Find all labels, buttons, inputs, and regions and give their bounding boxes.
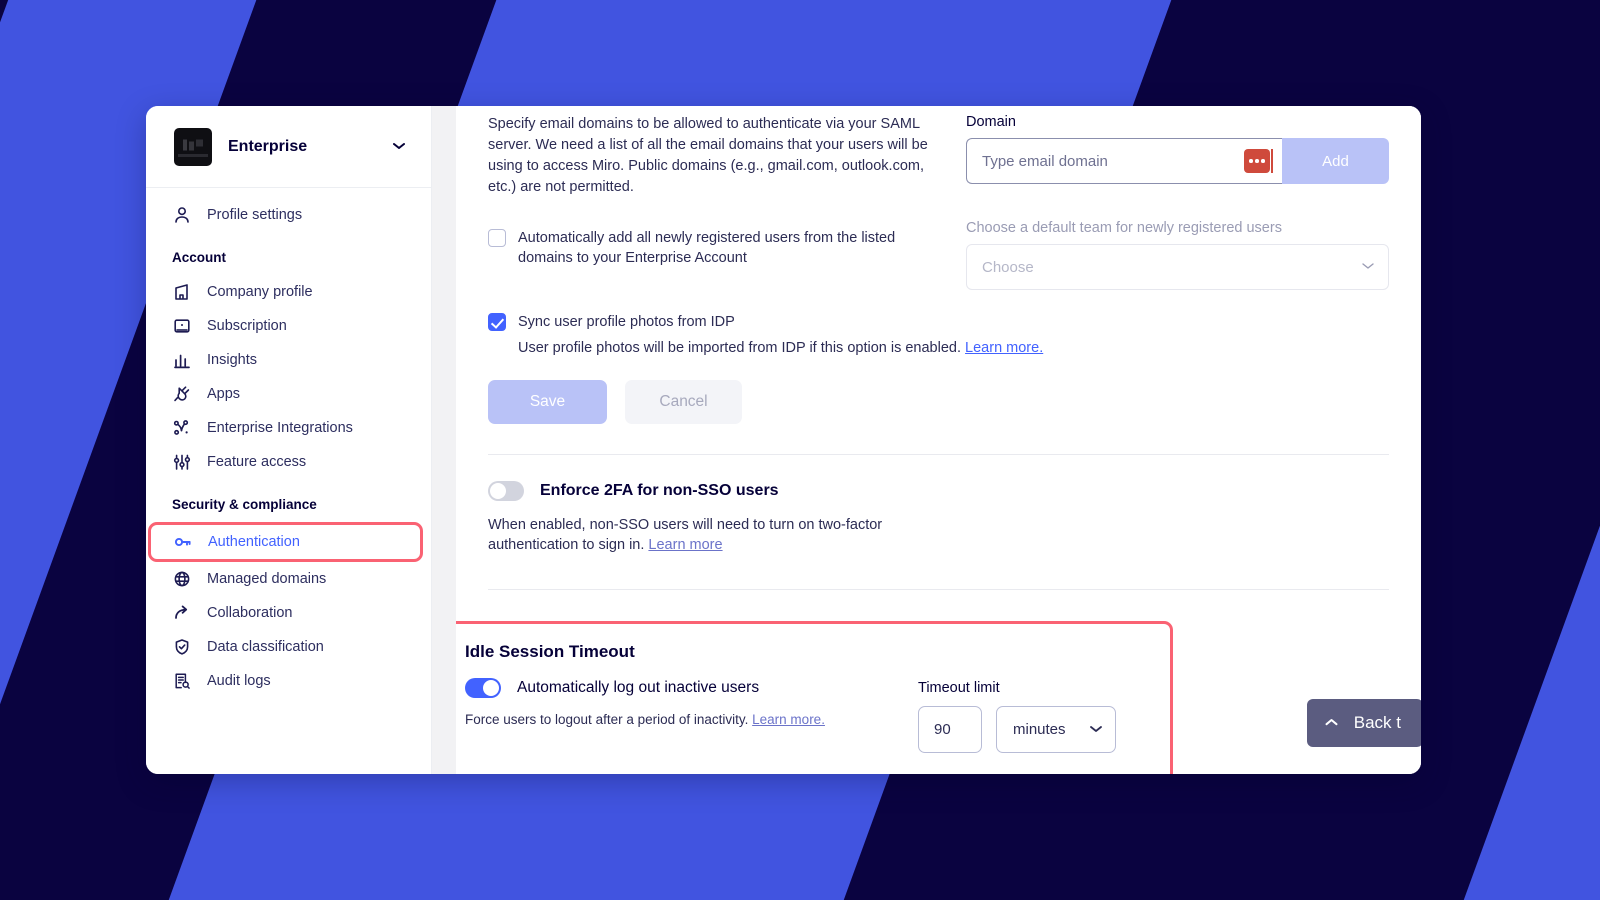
timeout-inputs: 90 minutes: [918, 706, 1144, 753]
sidebar-item-label: Authentication: [208, 534, 300, 550]
section-divider: [488, 589, 1389, 590]
auto-logout-label: Automatically log out inactive users: [517, 679, 760, 696]
two-fa-toggle-row: Enforce 2FA for non-SSO users: [488, 481, 1389, 501]
timeout-value-input[interactable]: 90: [918, 706, 982, 753]
key-icon: [173, 532, 193, 552]
sidebar-item-authentication[interactable]: Authentication: [148, 522, 423, 562]
chevron-up-icon: [1325, 716, 1338, 730]
two-fa-description: When enabled, non-SSO users will need to…: [488, 517, 883, 553]
settings-panel: Specify email domains to be allowed to a…: [456, 106, 1421, 774]
enforce-2fa-title: Enforce 2FA for non-SSO users: [540, 482, 779, 499]
sidebar-item-collaboration[interactable]: Collaboration: [146, 596, 431, 630]
card-icon: [172, 316, 192, 336]
sync-photos-checkbox-row[interactable]: Sync user profile photos from IDP User p…: [488, 312, 1043, 358]
building-icon: [172, 282, 192, 302]
idle-session-timeout-section: Idle Session Timeout Automatically log o…: [456, 621, 1173, 774]
auto-add-users-checkbox-row[interactable]: Automatically add all newly registered u…: [488, 228, 940, 268]
default-team-value: Choose: [982, 258, 1034, 276]
sidebar-item-audit-logs[interactable]: Audit logs: [146, 664, 431, 698]
default-team-select[interactable]: Choose: [966, 244, 1389, 290]
idle-session-title: Idle Session Timeout: [465, 642, 635, 661]
document-search-icon: [172, 671, 192, 691]
auto-logout-toggle[interactable]: [465, 678, 501, 698]
plug-icon: [172, 384, 192, 404]
cancel-button[interactable]: Cancel: [625, 380, 742, 424]
domain-input-placeholder: Type email domain: [982, 152, 1108, 170]
sidebar-item-label: Feature access: [207, 454, 307, 470]
sidebar-item-feature-access[interactable]: Feature access: [146, 445, 431, 479]
idle-session-description: Force users to logout after a period of …: [465, 712, 825, 727]
saml-actions: Save Cancel: [488, 380, 940, 424]
bar-chart-icon: [172, 350, 192, 370]
sidebar-item-label: Insights: [207, 352, 257, 368]
sidebar-item-label: Audit logs: [207, 673, 271, 689]
sidebar-item-label: Data classification: [207, 639, 324, 655]
workspace-name: Enterprise: [228, 137, 308, 155]
workspace-switcher[interactable]: Enterprise: [146, 106, 431, 188]
app-window: Enterprise Profile settings Account Comp…: [146, 106, 1421, 774]
sidebar-nav: Profile settings Account Company profile…: [146, 188, 431, 774]
person-icon: [172, 205, 192, 225]
share-arrow-icon: [172, 603, 192, 623]
saml-domains-section: Specify email domains to be allowed to a…: [488, 106, 1389, 424]
sidebar-item-managed-domains[interactable]: Managed domains: [146, 562, 431, 596]
idle-toggle-row: Automatically log out inactive users: [465, 678, 918, 698]
sidebar-item-label: Enterprise Integrations: [207, 420, 353, 436]
sidebar-item-subscription[interactable]: Subscription: [146, 309, 431, 343]
default-team-label: Choose a default team for newly register…: [966, 220, 1282, 236]
sync-photos-checkbox[interactable]: [488, 313, 506, 331]
sidebar-item-company-profile[interactable]: Company profile: [146, 275, 431, 309]
sidebar-item-profile-settings[interactable]: Profile settings: [146, 198, 431, 232]
two-fa-section: Enforce 2FA for non-SSO users When enabl…: [488, 455, 1389, 555]
sidebar-item-insights[interactable]: Insights: [146, 343, 431, 377]
add-domain-button[interactable]: Add: [1282, 138, 1389, 184]
sidebar-group-title-account: Account: [172, 250, 226, 265]
sidebar-group-title-security: Security & compliance: [172, 497, 317, 512]
sidebar-item-label: Subscription: [207, 318, 287, 334]
sidebar-item-data-classification[interactable]: Data classification: [146, 630, 431, 664]
domain-input-row: Type email domain Add: [966, 138, 1389, 184]
workspace-logo: [174, 127, 212, 166]
content-gutter: [432, 106, 456, 774]
sidebar-item-label: Managed domains: [207, 571, 327, 587]
saml-description: Specify email domains to be allowed to a…: [488, 116, 928, 195]
sidebar-item-label: Profile settings: [207, 207, 303, 223]
sidebar-item-label: Company profile: [207, 284, 313, 300]
back-to-top-button[interactable]: Back t: [1306, 699, 1421, 747]
chevron-down-icon: [1090, 724, 1102, 736]
globe-icon: [172, 569, 192, 589]
chevron-down-icon: [1362, 261, 1374, 273]
sidebar-item-enterprise-integrations[interactable]: Enterprise Integrations: [146, 411, 431, 445]
content-area: Specify email domains to be allowed to a…: [432, 106, 1421, 774]
enforce-2fa-toggle[interactable]: [488, 481, 524, 501]
idle-session-learn-more-link[interactable]: Learn more.: [752, 712, 825, 727]
dots-badge-icon: [1244, 149, 1273, 173]
sidebar-item-apps[interactable]: Apps: [146, 377, 431, 411]
domain-field-label: Domain: [966, 114, 1016, 130]
back-to-top-label: Back t: [1353, 713, 1401, 732]
timeout-limit-label: Timeout limit: [918, 680, 1000, 696]
timeout-unit-select[interactable]: minutes: [996, 706, 1116, 753]
sliders-icon: [172, 452, 192, 472]
chevron-down-icon[interactable]: [393, 141, 405, 153]
two-fa-learn-more-link[interactable]: Learn more: [648, 537, 722, 553]
sidebar-item-label: Collaboration: [207, 605, 293, 621]
timeout-unit-value: minutes: [1013, 721, 1066, 738]
auto-add-users-label: Automatically add all newly registered u…: [518, 230, 896, 266]
auto-add-users-checkbox[interactable]: [488, 229, 506, 247]
integrations-icon: [172, 418, 192, 438]
domain-input[interactable]: Type email domain: [966, 138, 1282, 184]
sidebar: Enterprise Profile settings Account Comp…: [146, 106, 432, 774]
shield-check-icon: [172, 637, 192, 657]
save-button[interactable]: Save: [488, 380, 607, 424]
sidebar-item-label: Apps: [207, 386, 241, 402]
